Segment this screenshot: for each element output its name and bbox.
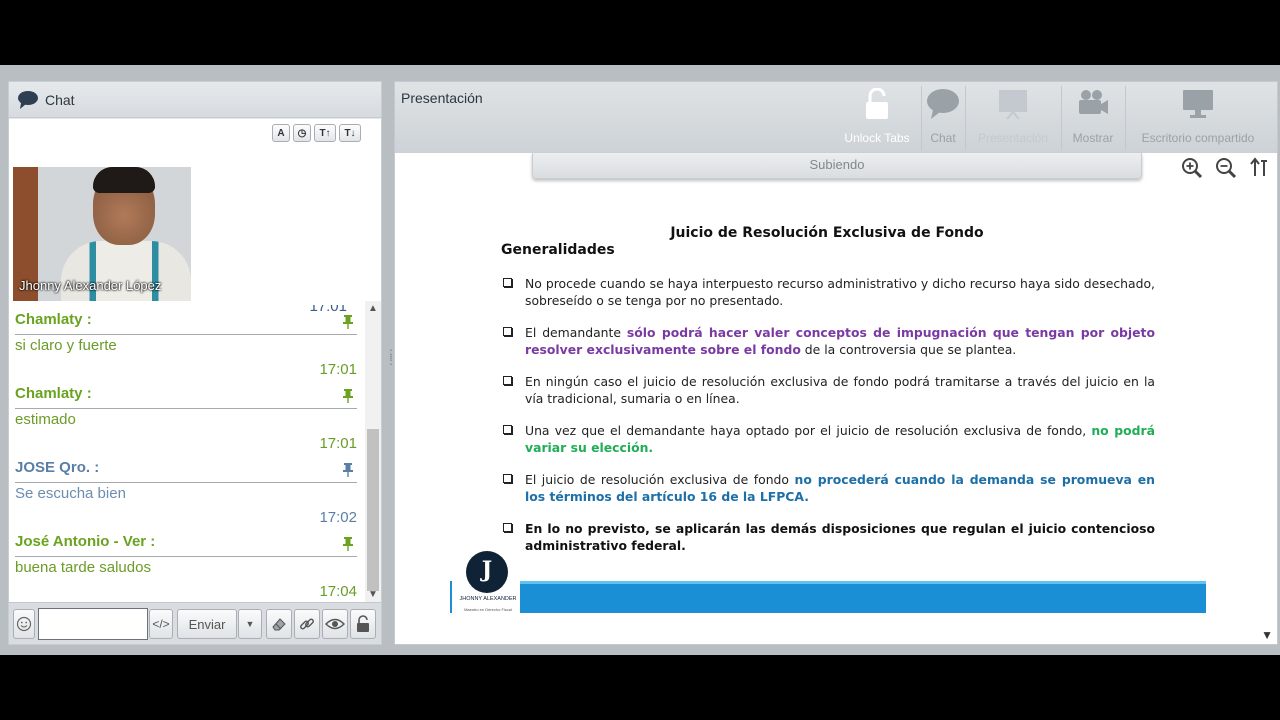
font-increase-button[interactable]: T↑ — [314, 124, 336, 142]
pin-icon[interactable] — [343, 315, 353, 329]
timestamp-toggle-button[interactable]: ◷ — [293, 124, 311, 142]
fit-to-width-icon[interactable] — [1249, 157, 1271, 179]
slide-footer-band: J JHONNY ALEXANDER Maestro en Derecho Fi… — [450, 551, 1206, 613]
slide-subtitle: Generalidades — [501, 242, 615, 258]
message-sender: JOSE Qro. : — [15, 459, 100, 476]
chat-composer: </> Enviar ▼ — [9, 602, 381, 644]
message-time: 17:01 — [319, 361, 357, 378]
chat-panel: Chat A ◷ T↑ T↓ Jhonny Alexander López 17… — [8, 81, 382, 645]
chat-header: Chat — [9, 82, 381, 118]
chat-tab-button[interactable]: Chat — [925, 88, 961, 150]
presentation-tab-button[interactable]: Presentación — [971, 88, 1055, 150]
message-time: 17:01 — [319, 435, 357, 452]
chat-title: Chat — [45, 91, 75, 108]
code-icon: </> — [152, 617, 170, 631]
presentation-board-icon — [999, 90, 1027, 120]
webcam-video[interactable]: Jhonny Alexander López — [13, 167, 191, 301]
chat-message: José Antonio - Ver : buena tarde saludos… — [9, 527, 363, 601]
eraser-icon — [272, 618, 286, 631]
pin-icon[interactable] — [343, 463, 353, 477]
eraser-button[interactable] — [266, 609, 292, 639]
send-options-dropdown[interactable]: ▼ — [238, 609, 262, 639]
presentation-panel: Presentación Unlock Tabs Chat Presentaci… — [394, 81, 1278, 645]
monitor-icon — [1183, 90, 1213, 118]
show-webcam-button[interactable]: Mostrar — [1067, 88, 1119, 150]
scroll-up-icon[interactable]: ▲ — [368, 304, 378, 314]
message-sender: Chamlaty : — [15, 385, 92, 402]
message-sender: José Antonio - Ver : — [15, 533, 156, 550]
smiley-icon — [16, 616, 32, 632]
message-sender: Chamlaty : — [15, 311, 92, 328]
link-icon — [300, 618, 314, 630]
checkbox-bullet-icon — [503, 523, 512, 532]
message-list: Chamlaty : si claro y fuerte 17:01 Chaml… — [9, 305, 363, 603]
message-time: 17:04 — [319, 583, 357, 600]
slide-bullet: En ningún caso el juicio de resolución e… — [503, 374, 1155, 407]
checkbox-bullet-icon — [503, 474, 512, 483]
brand-logo: J JHONNY ALEXANDER Maestro en Derecho Fi… — [456, 551, 520, 617]
message-text: buena tarde saludos — [15, 559, 151, 576]
chevron-down-icon: ▼ — [245, 619, 255, 629]
chat-message-input[interactable] — [38, 608, 148, 640]
format-toolbar: A ◷ T↑ T↓ — [272, 124, 361, 142]
chat-bubble-icon — [927, 89, 959, 119]
video-camera-icon — [1079, 90, 1108, 114]
slide-bullet: Una vez que el demandante haya optado po… — [503, 423, 1155, 456]
font-decrease-button[interactable]: T↓ — [339, 124, 361, 142]
checkbox-bullet-icon — [503, 376, 512, 385]
chat-input-field[interactable] — [39, 609, 147, 639]
presentation-viewer: Subiendo Juicio de Resolución Exclusiva … — [395, 153, 1277, 644]
code-button[interactable]: </> — [149, 609, 173, 639]
slide-bullet: El demandante sólo podrá hacer valer con… — [503, 325, 1155, 358]
unlock-icon — [866, 87, 888, 119]
view-button[interactable] — [322, 609, 348, 639]
link-button[interactable] — [294, 609, 320, 639]
panel-resize-handle[interactable]: ⋮ ⋮ — [385, 348, 397, 375]
slide-bullet: El juicio de resolución exclusiva de fon… — [503, 472, 1155, 505]
unlock-tabs-button[interactable]: Unlock Tabs — [839, 87, 915, 150]
message-time: 17:02 — [319, 509, 357, 526]
chat-message: JOSE Qro. : Se escucha bien 17:02 — [9, 453, 363, 527]
scroll-down-icon[interactable]: ▼ — [368, 590, 378, 600]
unlock-icon — [357, 615, 369, 632]
upload-status-bar[interactable]: Subiendo — [532, 153, 1142, 179]
slide-content: Juicio de Resolución Exclusiva de Fondo … — [447, 203, 1207, 633]
message-text: Se escucha bien — [15, 485, 126, 502]
slide-bullet: En lo no previsto, se aplicarán las demá… — [503, 521, 1155, 554]
chat-scrollbar[interactable]: ▲ ▼ — [365, 301, 381, 603]
checkbox-bullet-icon — [503, 425, 512, 434]
desktop-share-button[interactable]: Escritorio compartido — [1133, 88, 1263, 150]
chat-body: A ◷ T↑ T↓ Jhonny Alexander López 17:01 C… — [9, 119, 381, 604]
scroll-down-icon[interactable]: ▼ — [1261, 628, 1273, 642]
presentation-title: Presentación — [401, 90, 483, 106]
text-color-button[interactable]: A — [272, 124, 290, 142]
zoom-in-icon[interactable] — [1181, 157, 1203, 179]
webcam-name-label: Jhonny Alexander López — [19, 278, 162, 293]
chat-bubble-icon — [18, 90, 38, 109]
message-text: si claro y fuerte — [15, 337, 117, 354]
emoji-button[interactable] — [13, 609, 35, 639]
pin-icon[interactable] — [343, 537, 353, 551]
checkbox-bullet-icon — [503, 327, 512, 336]
chat-message: Chamlaty : estimado 17:01 — [9, 379, 363, 453]
scrollbar-thumb[interactable] — [367, 429, 379, 591]
send-button[interactable]: Enviar — [177, 609, 237, 639]
lock-button[interactable] — [350, 609, 376, 639]
conference-app: Chat A ◷ T↑ T↓ Jhonny Alexander López 17… — [0, 65, 1280, 655]
slide-title: Juicio de Resolución Exclusiva de Fondo — [670, 225, 984, 241]
zoom-out-icon[interactable] — [1215, 157, 1237, 179]
eye-icon — [325, 618, 345, 630]
zoom-toolbar — [1181, 157, 1271, 179]
pin-icon[interactable] — [343, 389, 353, 403]
message-text: estimado — [15, 411, 76, 428]
presentation-header: Presentación Unlock Tabs Chat Presentaci… — [395, 82, 1277, 153]
slide-bullet: No procede cuando se haya interpuesto re… — [503, 276, 1155, 309]
checkbox-bullet-icon — [503, 278, 512, 287]
chat-message: Chamlaty : si claro y fuerte 17:01 — [9, 305, 363, 379]
